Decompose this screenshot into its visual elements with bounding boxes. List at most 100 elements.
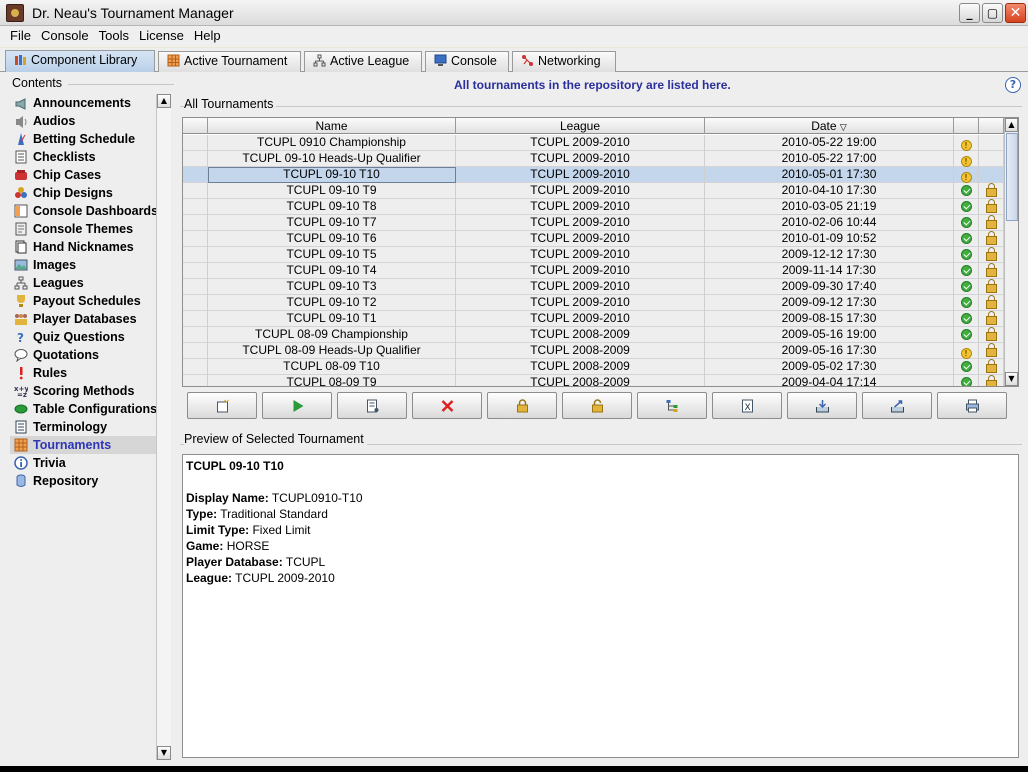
export-button[interactable] — [862, 392, 932, 419]
lock-icon — [985, 247, 997, 261]
table-row[interactable]: TCUPL 09-10 T6 TCUPL 2009-2010 2010-01-09 … — [183, 231, 1004, 247]
row-header-cell — [183, 151, 208, 167]
delete-icon — [441, 400, 454, 412]
table-row[interactable]: TCUPL 09-10 Heads-Up Qualifier TCUPL 2009… — [183, 151, 1004, 167]
scroll-up-button[interactable]: ▲ — [1005, 118, 1018, 132]
edit-button[interactable] — [337, 392, 407, 419]
sidebar-item-repository[interactable]: Repository — [10, 472, 156, 490]
table-row[interactable]: TCUPL 09-10 T5 TCUPL 2009-2010 2009-12-12 … — [183, 247, 1004, 263]
book-icon — [15, 420, 27, 434]
table-row[interactable]: TCUPL 08-09 Championship TCUPL 2008-2009 2… — [183, 327, 1004, 343]
name-cell: TCUPL 09-10 T10 — [208, 167, 456, 183]
sidebar-item-console-themes[interactable]: Console Themes — [10, 220, 156, 238]
sidebar-item-payout-schedules[interactable]: Payout Schedules — [10, 292, 156, 310]
scroll-thumb[interactable] — [1006, 133, 1018, 221]
unlock-button[interactable] — [562, 392, 632, 419]
scroll-up-button[interactable]: ▲ — [157, 94, 171, 108]
tab-active-league[interactable]: Active League — [304, 51, 422, 72]
sidebar-item-label: Repository — [33, 474, 99, 488]
import-button[interactable] — [787, 392, 857, 419]
menu-file[interactable]: File — [5, 26, 36, 43]
maximize-button[interactable]: ▢ — [982, 3, 1003, 23]
menu-tools[interactable]: Tools — [94, 26, 134, 43]
info-icon — [14, 456, 28, 470]
column-header-date[interactable]: Date ▽ — [705, 118, 954, 134]
sidebar-item-leagues[interactable]: Leagues — [10, 274, 156, 292]
sidebar-item-scoring-methods[interactable]: x+y =z Scoring Methods — [10, 382, 156, 400]
sidebar-item-audios[interactable]: Audios — [10, 112, 156, 130]
delete-button[interactable] — [412, 392, 482, 419]
sidebar-item-quiz-questions[interactable]: ? Quiz Questions — [10, 328, 156, 346]
menu-help[interactable]: Help — [189, 26, 226, 43]
tab-component-library[interactable]: Component Library — [5, 50, 155, 73]
ok-status-icon — [960, 361, 972, 372]
table-row[interactable]: TCUPL 0910 Championship TCUPL 2009-2010 20… — [183, 135, 1004, 151]
lock-button[interactable] — [487, 392, 557, 419]
preview-group-title: Preview of Selected Tournament — [184, 432, 367, 446]
sidebar-item-images[interactable]: Images — [10, 256, 156, 274]
date-cell: 2009-05-16 17:30 — [705, 343, 954, 359]
scroll-down-button[interactable]: ▼ — [157, 746, 171, 760]
table-row[interactable]: TCUPL 09-10 T4 TCUPL 2009-2010 2009-11-14 … — [183, 263, 1004, 279]
sidebar-item-hand-nicknames[interactable]: Hand Nicknames — [10, 238, 156, 256]
sidebar-item-label: Audios — [33, 114, 76, 128]
sidebar-item-label: Tournaments — [33, 438, 112, 452]
sidebar-item-tournaments[interactable]: Tournaments — [10, 436, 156, 454]
table-row[interactable]: TCUPL 09-10 T9 TCUPL 2009-2010 2010-04-10 … — [183, 183, 1004, 199]
sidebar-item-quotations[interactable]: Quotations — [10, 346, 156, 364]
export-excel-button[interactable]: X — [712, 392, 782, 419]
play-button[interactable] — [262, 392, 332, 419]
table-scrollbar[interactable]: ▲ ▼ — [1004, 118, 1018, 386]
table-row[interactable]: TCUPL 09-10 T2 TCUPL 2009-2010 2009-09-12 … — [183, 295, 1004, 311]
lock-cell — [979, 343, 1004, 359]
sidebar-item-table-configurations[interactable]: Table Configurations — [10, 400, 157, 418]
sidebar-item-rules[interactable]: Rules — [10, 364, 156, 382]
name-cell: TCUPL 0910 Championship — [208, 135, 456, 151]
name-cell: TCUPL 09-10 T2 — [208, 295, 456, 311]
row-header-cell — [183, 231, 208, 247]
new-button[interactable] — [187, 392, 257, 419]
close-button[interactable]: ✕ — [1005, 3, 1026, 23]
sidebar-item-announcements[interactable]: Announcements — [10, 94, 156, 112]
sidebar-item-terminology[interactable]: Terminology — [10, 418, 156, 436]
table-row[interactable]: TCUPL 09-10 T10 TCUPL 2009-2010 2010-05-01… — [183, 167, 1004, 183]
table-row[interactable]: TCUPL 09-10 T1 TCUPL 2009-2010 2009-08-15 … — [183, 311, 1004, 327]
menu-license[interactable]: License — [134, 26, 189, 43]
lock-cell — [979, 135, 1004, 151]
sidebar-item-console-dashboards[interactable]: Console Dashboards — [10, 202, 158, 220]
sidebar-item-betting-schedule[interactable]: Betting Schedule — [10, 130, 156, 148]
warning-status-icon: ! — [960, 172, 972, 183]
table-row[interactable]: TCUPL 09-10 T3 TCUPL 2009-2010 2009-09-30 … — [183, 279, 1004, 295]
minimize-button[interactable]: _ — [959, 3, 980, 23]
tab-active-tournament[interactable]: Active Tournament — [158, 51, 301, 72]
sidebar-item-chip-designs[interactable]: Chip Designs — [10, 184, 156, 202]
sidebar-item-player-databases[interactable]: Player Databases — [10, 310, 156, 328]
help-icon[interactable]: ? — [1005, 77, 1021, 93]
speaker-icon — [16, 116, 27, 128]
scroll-down-button[interactable]: ▼ — [1005, 372, 1018, 386]
megaphone-icon — [15, 98, 26, 110]
table-row[interactable]: TCUPL 08-09 Heads-Up Qualifier TCUPL 2008… — [183, 343, 1004, 359]
lock-cell — [979, 151, 1004, 167]
league-cell: TCUPL 2009-2010 — [456, 279, 705, 295]
lock-icon — [985, 359, 997, 373]
column-header-name[interactable]: Name — [208, 118, 456, 134]
tab-networking[interactable]: Networking — [512, 51, 616, 72]
table-row[interactable]: TCUPL 08-09 T10 TCUPL 2008-2009 2009-05-02… — [183, 359, 1004, 375]
preview-field-label: Limit Type: — [186, 523, 250, 537]
sidebar-scrollbar[interactable]: ▲ ▼ — [156, 94, 171, 760]
table-row[interactable]: TCUPL 09-10 T8 TCUPL 2009-2010 2010-03-05 … — [183, 199, 1004, 215]
menu-console[interactable]: Console — [36, 26, 94, 43]
sidebar-item-trivia[interactable]: Trivia — [10, 454, 156, 472]
table-row[interactable]: TCUPL 08-09 T9 TCUPL 2008-2009 2009-04-04 … — [183, 375, 1004, 386]
sidebar-item-chip-cases[interactable]: Chip Cases — [10, 166, 156, 184]
tab-console[interactable]: Console — [425, 51, 509, 72]
table-row[interactable]: TCUPL 09-10 T7 TCUPL 2009-2010 2010-02-06 … — [183, 215, 1004, 231]
column-header-league[interactable]: League — [456, 118, 705, 134]
warning-status-icon: ! — [960, 140, 972, 151]
date-cell: 2009-05-02 17:30 — [705, 359, 954, 375]
print-button[interactable] — [937, 392, 1007, 419]
sidebar-item-checklists[interactable]: Checklists — [10, 148, 156, 166]
tree-button[interactable] — [637, 392, 707, 419]
league-cell: TCUPL 2009-2010 — [456, 183, 705, 199]
